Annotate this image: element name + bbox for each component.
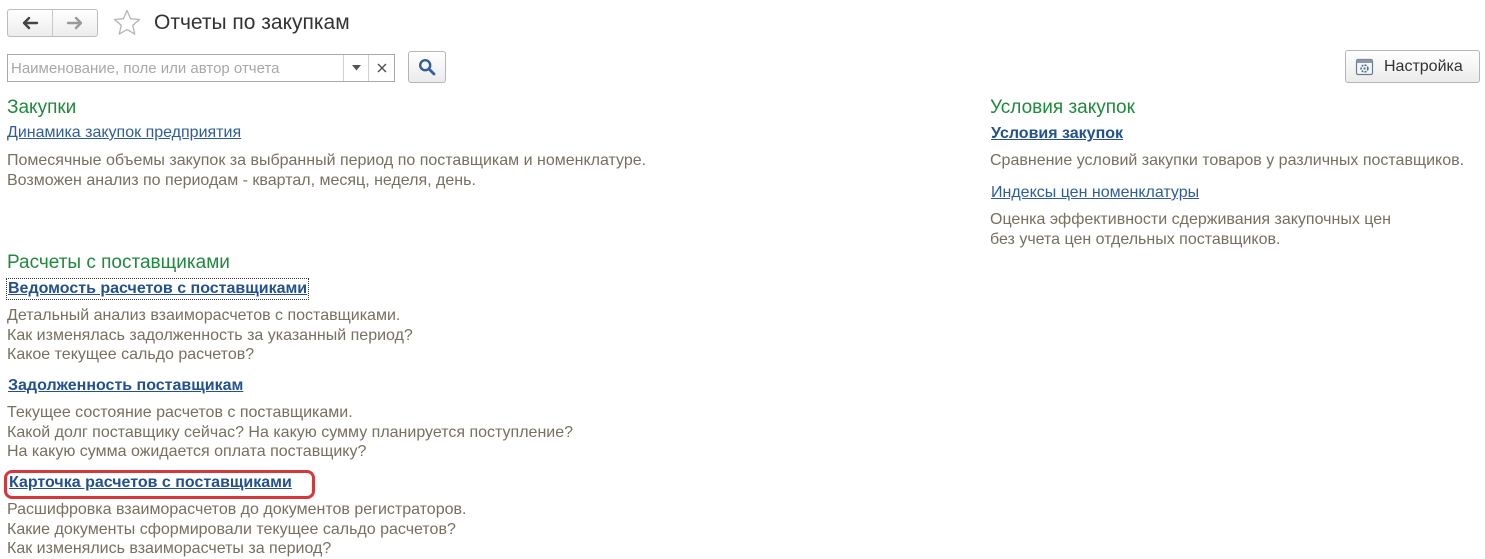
report-link-supplier-debt[interactable]: Задолженность поставщикам xyxy=(8,377,243,395)
description-line: Сравнение условий закупки товаров у разл… xyxy=(990,152,1465,169)
chevron-down-icon xyxy=(351,65,361,71)
description-line: Детальный анализ взаиморасчетов с постав… xyxy=(7,307,401,324)
settings-button[interactable]: Настройка xyxy=(1345,50,1480,83)
report-link-settlements-statement[interactable]: Ведомость расчетов с поставщиками xyxy=(5,278,310,300)
section-title-purchases: Закупки xyxy=(7,97,77,118)
search-clear-button[interactable] xyxy=(368,55,395,81)
report-link-purchase-dynamics[interactable]: Динамика закупок предприятия xyxy=(7,124,241,142)
search-button[interactable] xyxy=(408,51,446,83)
forward-button[interactable] xyxy=(52,10,97,36)
page-title: Отчеты по закупкам xyxy=(154,11,350,34)
report-link-price-indices[interactable]: Индексы цен номенклатуры xyxy=(991,184,1199,202)
settings-icon xyxy=(1355,58,1374,76)
description-line: Помесячные объемы закупок за выбранный п… xyxy=(7,152,647,169)
search-field xyxy=(7,54,395,82)
navigation-buttons xyxy=(7,9,98,37)
search-icon xyxy=(418,58,436,76)
description-line: Возможен анализ по периодам - квартал, м… xyxy=(7,171,476,189)
description-line: Расшифровка взаиморасчетов до документов… xyxy=(7,501,467,518)
description-line: Оценка эффективности сдерживания закупоч… xyxy=(990,211,1391,228)
report-link-settlements-card[interactable]: Карточка расчетов с поставщиками xyxy=(9,474,292,492)
report-description: Текущее состояние расчетов с поставщикам… xyxy=(7,403,573,462)
description-line: Какой долг поставщику сейчас? На какую с… xyxy=(7,423,574,441)
favorite-star-icon[interactable] xyxy=(112,8,142,38)
arrow-right-icon xyxy=(66,16,83,30)
search-dropdown-button[interactable] xyxy=(343,55,368,81)
search-input[interactable] xyxy=(8,55,342,81)
description-line: Какое текущее сальдо расчетов? xyxy=(7,346,255,363)
report-description: Расшифровка взаиморасчетов до документов… xyxy=(7,500,466,559)
report-description: Детальный анализ взаиморасчетов с постав… xyxy=(7,306,413,365)
report-description: Сравнение условий закупки товаров у разл… xyxy=(990,151,1464,171)
description-line: Как изменялась задолженность за указанны… xyxy=(7,326,413,344)
description-line: Текущее состояние расчетов с поставщикам… xyxy=(7,404,353,421)
report-description: Помесячные объемы закупок за выбранный п… xyxy=(7,151,646,190)
description-line: На какую сумма ожидается оплата поставщи… xyxy=(7,443,367,460)
close-icon xyxy=(377,63,387,73)
description-line: без учета цен отдельных поставщиков. xyxy=(990,230,1281,248)
report-link-purchase-conditions[interactable]: Условия закупок xyxy=(991,125,1123,143)
section-title-settlements: Расчеты с поставщиками xyxy=(7,252,230,273)
report-description: Оценка эффективности сдерживания закупоч… xyxy=(990,210,1391,249)
back-button[interactable] xyxy=(8,10,52,36)
section-title-conditions: Условия закупок xyxy=(990,97,1135,118)
description-line: Какие документы сформировали текущее сал… xyxy=(7,520,456,538)
settings-button-label: Настройка xyxy=(1384,57,1463,75)
arrow-left-icon xyxy=(22,16,39,30)
